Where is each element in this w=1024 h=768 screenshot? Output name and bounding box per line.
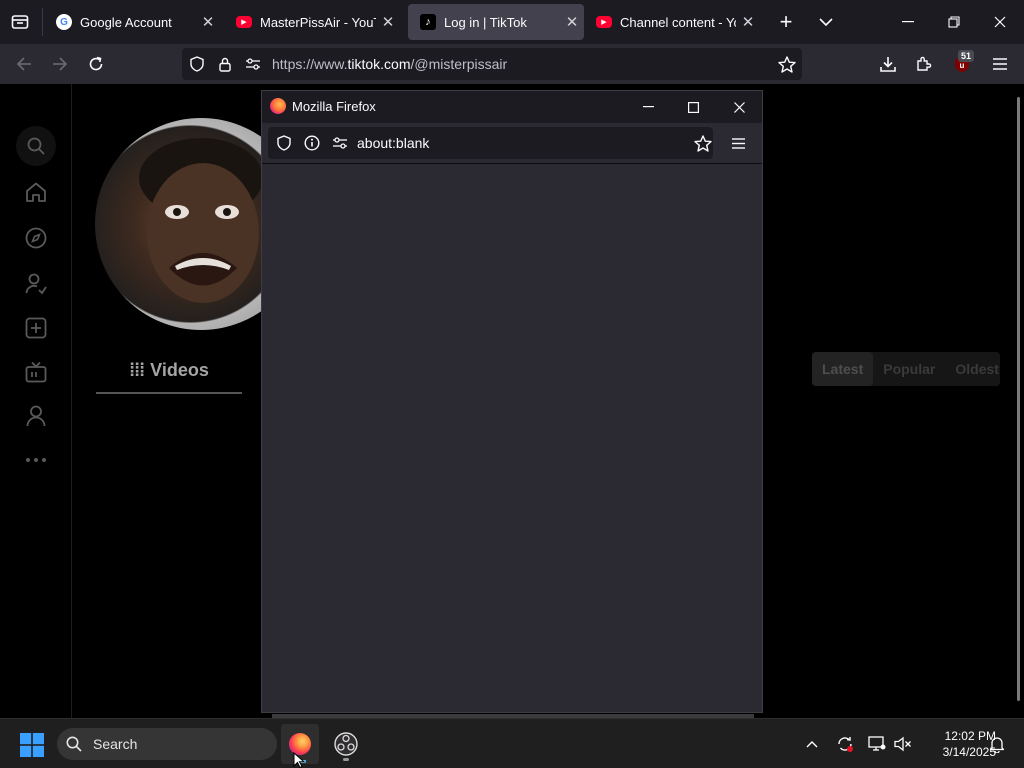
hamburger-menu-icon[interactable] (988, 52, 1012, 76)
upload-icon[interactable] (20, 312, 52, 344)
extensions-icon[interactable] (912, 52, 936, 76)
profile-icon[interactable] (20, 400, 52, 432)
popup-window-title: Mozilla Firefox (292, 99, 376, 114)
volume-muted-icon[interactable] (892, 733, 914, 755)
running-app-indicator (343, 758, 349, 761)
close-icon[interactable]: ✕ (196, 13, 220, 31)
mouse-cursor-icon (293, 752, 305, 768)
list-all-tabs-icon[interactable] (812, 8, 840, 36)
youtube-icon: ▶ (596, 16, 612, 28)
popup-permissions-icon[interactable] (329, 132, 351, 154)
videos-grid-icon: ⁞⁞⁞ (129, 360, 145, 380)
back-icon[interactable] (12, 52, 36, 76)
bookmark-star-icon[interactable] (776, 53, 798, 75)
windows-start-icon[interactable] (18, 731, 46, 759)
display-icon[interactable] (866, 733, 888, 755)
tab-google-account[interactable]: G Google Account ✕ (44, 4, 220, 40)
reload-icon[interactable] (84, 52, 108, 76)
extension-badge: 51 (958, 50, 975, 62)
clock-time: 12:02 PM (944, 729, 996, 743)
tiktok-sidebar (0, 84, 72, 718)
sort-toggle-group: Latest Popular Oldest (812, 352, 1000, 386)
close-window-icon[interactable] (986, 8, 1014, 36)
taskbar-search-icon (65, 735, 83, 753)
following-icon[interactable] (20, 268, 52, 300)
restore-icon[interactable] (940, 8, 968, 36)
popup-blank-page[interactable] (262, 163, 762, 712)
youtube-icon: ▶ (236, 16, 252, 28)
popup-minimize-icon[interactable] (636, 95, 660, 119)
tab-channel-content-youtube[interactable]: ▶ Channel content - YouT ✕ (584, 4, 760, 40)
tab-masterpissair-youtube[interactable]: ▶ MasterPissAir - YouTub ✕ (224, 4, 400, 40)
url-text[interactable]: https://www.tiktok.com/@misterpissair (272, 56, 507, 72)
tab-bar: G Google Account ✕ ▶ MasterPissAir - You… (0, 0, 1024, 44)
popup-maximize-icon[interactable] (681, 95, 705, 119)
tiktok-icon: ♪ (420, 14, 436, 30)
popup-tracking-protection-icon[interactable] (273, 132, 295, 154)
popup-url-bar[interactable]: about:blank (268, 127, 713, 159)
sync-icon[interactable] (834, 733, 856, 755)
firefox-popup-window: Mozilla Firefox about:blank (261, 90, 763, 713)
clock-date: 3/14/2025 (942, 745, 996, 759)
search-icon[interactable] (16, 126, 56, 166)
downloads-icon[interactable] (876, 52, 900, 76)
notifications-bell-icon[interactable] (986, 733, 1008, 755)
close-icon[interactable]: ✕ (560, 13, 584, 31)
taskbar-obs-button[interactable] (330, 728, 362, 761)
obs-icon (334, 732, 358, 756)
close-icon[interactable]: ✕ (376, 13, 400, 31)
tab-title: Google Account (80, 14, 172, 30)
page-scrollbar[interactable] (1017, 97, 1020, 701)
popup-hamburger-menu-icon[interactable] (726, 131, 750, 155)
popup-url-text[interactable]: about:blank (357, 135, 429, 151)
close-icon[interactable]: ✕ (736, 13, 760, 31)
lock-icon[interactable] (214, 53, 236, 75)
firefox-logo-icon (270, 98, 286, 114)
tab-overview-icon[interactable] (8, 10, 32, 34)
taskbar-search-placeholder: Search (93, 736, 138, 752)
taskbar-search-box[interactable]: Search (57, 728, 277, 760)
tab-tiktok-login[interactable]: ♪ Log in | TikTok ✕ (408, 4, 584, 40)
popup-bookmark-star-icon[interactable] (692, 132, 714, 154)
live-icon[interactable] (20, 356, 52, 388)
more-icon[interactable] (20, 444, 52, 476)
videos-tab-label: Videos (150, 360, 209, 380)
tab-title: MasterPissAir - YouTub (260, 14, 376, 30)
tab-videos[interactable]: ⁞⁞⁞ Videos (96, 360, 242, 394)
explore-icon[interactable] (20, 222, 52, 254)
tab-divider (42, 8, 43, 36)
forward-icon[interactable] (48, 52, 72, 76)
sort-popular-button[interactable]: Popular (873, 352, 945, 386)
google-icon: G (56, 14, 72, 30)
tracking-protection-icon[interactable] (186, 53, 208, 75)
new-tab-icon[interactable]: + (772, 8, 800, 36)
home-icon[interactable] (20, 176, 52, 208)
permissions-icon[interactable] (242, 53, 264, 75)
popup-title-bar[interactable]: Mozilla Firefox (262, 91, 762, 123)
popup-info-icon[interactable] (301, 132, 323, 154)
minimize-icon[interactable] (894, 8, 922, 36)
sort-latest-button[interactable]: Latest (812, 352, 874, 386)
system-clock[interactable]: 12:02 PM 3/14/2025 (912, 728, 996, 760)
tab-title: Channel content - YouT (620, 14, 736, 30)
sort-oldest-button[interactable]: Oldest (945, 352, 1009, 386)
show-hidden-icons-chevron-up-icon[interactable] (802, 734, 822, 754)
tab-title: Log in | TikTok (444, 14, 527, 30)
popup-close-icon[interactable] (727, 95, 751, 119)
